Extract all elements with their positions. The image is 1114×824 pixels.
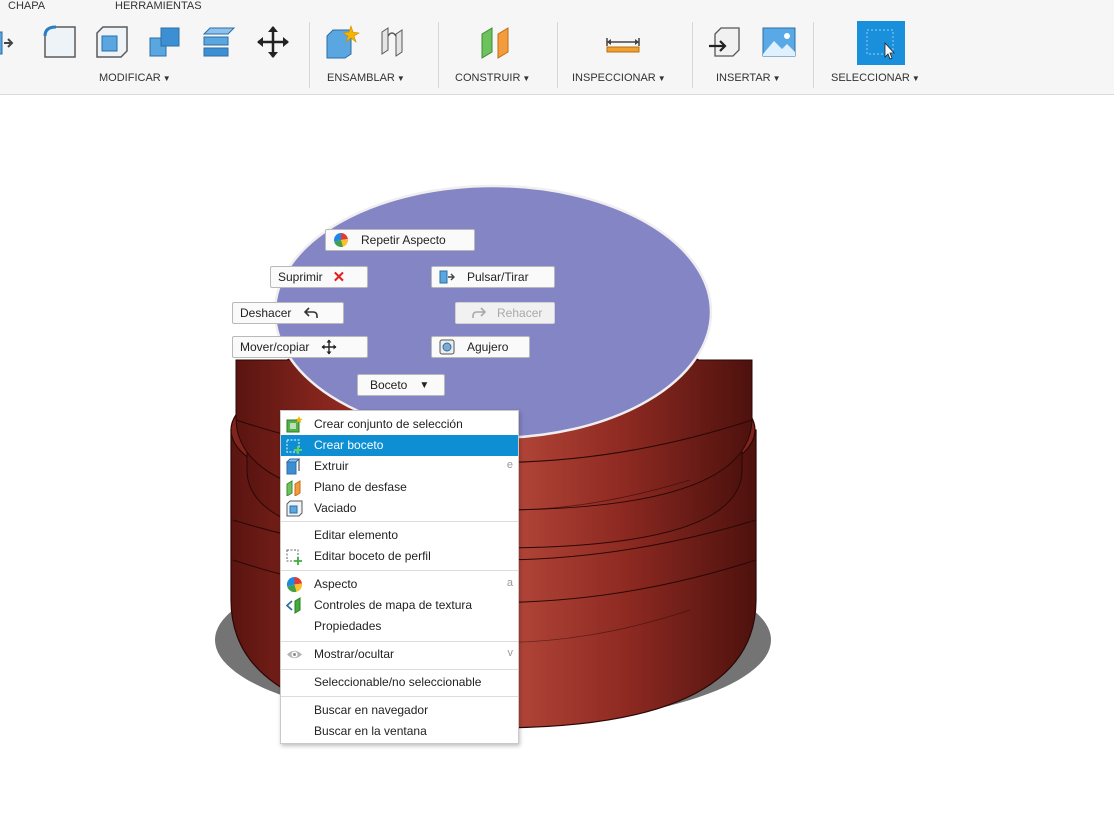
- appearance-icon: [286, 576, 303, 593]
- press-pull-icon: [439, 270, 455, 284]
- menu-item-aspecto[interactable]: Aspecto a: [281, 574, 518, 595]
- menu-separator: [281, 570, 518, 571]
- toolbar: CHAPA HERRAMIENTAS MODIFICAR ▼ ENSAMBLAR ▼: [0, 0, 1114, 95]
- offset-plane-icon: [286, 480, 301, 496]
- joint-icon[interactable]: [376, 24, 412, 60]
- insert-derive-icon[interactable]: [707, 24, 743, 60]
- eye-icon: [287, 650, 302, 659]
- menu-item-buscar-navegador[interactable]: Buscar en navegador: [281, 700, 518, 721]
- deshacer-button[interactable]: Deshacer: [232, 302, 344, 324]
- combine-icon[interactable]: [147, 24, 183, 60]
- redo-icon: [472, 307, 487, 318]
- selection-set-icon: [286, 416, 303, 433]
- seleccionar-menu[interactable]: SELECCIONAR ▼: [831, 72, 920, 84]
- menu-item-plano-de-desfase[interactable]: Plano de desfase: [281, 477, 518, 498]
- menu-item-extruir[interactable]: Extruir e: [281, 456, 518, 477]
- toolbar-divider: [813, 22, 814, 88]
- menu-separator: [281, 641, 518, 642]
- menu-item-editar-elemento[interactable]: Editar elemento: [281, 525, 518, 546]
- shell-icon[interactable]: [94, 24, 130, 60]
- menu-item-propiedades[interactable]: Propiedades: [281, 616, 518, 637]
- menu-item-controles-mapa-textura[interactable]: Controles de mapa de textura: [281, 595, 518, 616]
- undo-icon: [304, 307, 319, 318]
- menu-item-crear-boceto[interactable]: Crear boceto: [281, 435, 518, 456]
- shell-icon: [286, 500, 303, 517]
- texture-map-icon: [286, 597, 301, 614]
- jar-model[interactable]: [0, 95, 1114, 824]
- delete-x-icon: ✕: [332, 269, 346, 286]
- canvas-image-icon[interactable]: [761, 24, 797, 60]
- menu-item-vaciado[interactable]: Vaciado: [281, 498, 518, 519]
- measure-icon[interactable]: [605, 24, 641, 60]
- toolbar-divider: [309, 22, 310, 88]
- mover-copiar-button[interactable]: Mover/copiar: [232, 336, 368, 358]
- toolbar-divider: [438, 22, 439, 88]
- create-sketch-icon: [286, 439, 302, 454]
- fillet-icon[interactable]: [42, 24, 78, 60]
- menu-item-crear-conjunto-seleccion[interactable]: Crear conjunto de selección: [281, 414, 518, 435]
- boceto-dropdown[interactable]: Boceto ▼: [357, 374, 445, 396]
- offset-plane-icon[interactable]: [478, 24, 514, 60]
- toolbar-divider: [557, 22, 558, 88]
- rehacer-button[interactable]: Rehacer: [455, 302, 555, 324]
- toolbar-divider: [692, 22, 693, 88]
- canvas-viewport[interactable]: [0, 95, 1114, 824]
- extrude-icon: [286, 458, 301, 475]
- tab-chapa[interactable]: CHAPA: [8, 0, 45, 12]
- edit-profile-sketch-icon: [286, 549, 302, 565]
- construir-menu[interactable]: CONSTRUIR ▼: [455, 72, 530, 84]
- ensamblar-menu[interactable]: ENSAMBLAR ▼: [327, 72, 405, 84]
- offset-face-icon[interactable]: [201, 24, 237, 60]
- context-menu: Crear conjunto de selección Crear boceto…: [280, 410, 519, 744]
- new-component-icon[interactable]: [324, 24, 360, 60]
- tab-herramientas[interactable]: HERRAMIENTAS: [115, 0, 202, 12]
- menu-item-seleccionable[interactable]: Seleccionable/no seleccionable: [281, 672, 518, 693]
- move-icon: [321, 339, 337, 355]
- menu-separator: [281, 696, 518, 697]
- agujero-button[interactable]: Agujero: [431, 336, 530, 358]
- menu-separator: [281, 521, 518, 522]
- menu-item-mostrar-ocultar[interactable]: Mostrar/ocultar v: [281, 644, 518, 665]
- inspeccionar-menu[interactable]: INSPECCIONAR ▼: [572, 72, 666, 84]
- menu-item-buscar-ventana[interactable]: Buscar en la ventana: [281, 721, 518, 742]
- move-icon[interactable]: [255, 24, 291, 60]
- pulsar-tirar-button[interactable]: Pulsar/Tirar: [431, 266, 555, 288]
- suprimir-button[interactable]: Suprimir ✕: [270, 266, 368, 288]
- press-pull-icon[interactable]: [0, 24, 16, 60]
- appearance-icon: [334, 233, 348, 247]
- menu-item-editar-boceto-perfil[interactable]: Editar boceto de perfil: [281, 546, 518, 567]
- insertar-menu[interactable]: INSERTAR ▼: [716, 72, 781, 84]
- hole-icon: [439, 339, 455, 355]
- modificar-menu[interactable]: MODIFICAR ▼: [99, 72, 171, 84]
- repetir-aspecto-button[interactable]: Repetir Aspecto: [325, 229, 475, 251]
- menu-separator: [281, 669, 518, 670]
- select-cursor-icon: [866, 29, 895, 60]
- select-button[interactable]: [857, 21, 905, 65]
- chevron-down-icon: ▼: [419, 379, 430, 391]
